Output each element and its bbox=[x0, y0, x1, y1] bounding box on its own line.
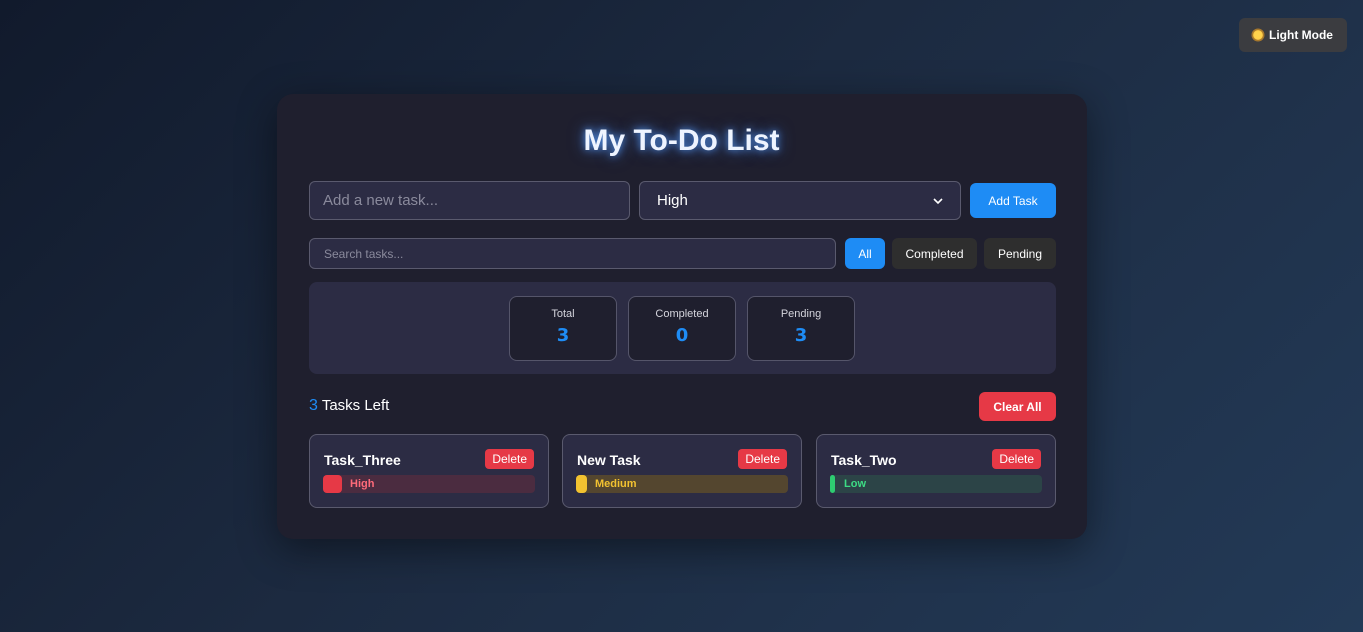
task-name: New Task bbox=[577, 452, 641, 468]
search-input[interactable] bbox=[309, 238, 836, 269]
filter-completed-button[interactable]: Completed bbox=[892, 238, 977, 269]
priority-label: Medium bbox=[595, 478, 637, 490]
stat-value: 3 bbox=[794, 325, 808, 346]
task-card: New Task Delete Medium bbox=[562, 434, 802, 508]
new-task-input[interactable] bbox=[309, 181, 630, 220]
priority-label: Low bbox=[844, 478, 866, 490]
theme-toggle-label: Light Mode bbox=[1269, 28, 1333, 42]
tasks-left-count: 3 bbox=[309, 397, 318, 414]
priority-badge-high: High bbox=[323, 475, 535, 493]
priority-stripe bbox=[830, 475, 835, 493]
priority-label: High bbox=[350, 478, 375, 490]
priority-select[interactable]: High bbox=[639, 181, 961, 220]
delete-task-button[interactable]: Delete bbox=[485, 449, 534, 469]
add-task-button[interactable]: Add Task bbox=[970, 183, 1056, 218]
stat-label: Total bbox=[551, 308, 575, 320]
priority-stripe bbox=[323, 475, 342, 493]
task-card: Task_Two Delete Low bbox=[816, 434, 1056, 508]
priority-stripe bbox=[576, 475, 587, 493]
stat-value: 0 bbox=[675, 325, 689, 346]
delete-task-button[interactable]: Delete bbox=[992, 449, 1041, 469]
stat-value: 3 bbox=[556, 325, 570, 346]
priority-badge-medium: Medium bbox=[576, 475, 788, 493]
tasks-left-label: Tasks Left bbox=[321, 397, 390, 414]
stat-card-pending: Pending 3 bbox=[747, 296, 855, 361]
chevron-down-icon bbox=[933, 197, 943, 204]
stat-card-total: Total 3 bbox=[509, 296, 617, 361]
task-name: Task_Three bbox=[324, 452, 401, 468]
stat-card-completed: Completed 0 bbox=[628, 296, 736, 361]
stat-label: Pending bbox=[780, 308, 822, 320]
filter-pending-button[interactable]: Pending bbox=[984, 238, 1056, 269]
stat-label: Completed bbox=[655, 308, 709, 320]
clear-all-button[interactable]: Clear All bbox=[979, 392, 1056, 421]
sun-icon bbox=[1253, 30, 1263, 40]
delete-task-button[interactable]: Delete bbox=[738, 449, 787, 469]
priority-badge-low: Low bbox=[830, 475, 1042, 493]
task-name: Task_Two bbox=[831, 452, 897, 468]
priority-select-value: High bbox=[657, 192, 688, 209]
tasks-left-summary: 3 Tasks Left bbox=[309, 397, 389, 415]
task-card: Task_Three Delete High bbox=[309, 434, 549, 508]
page-title: My To-Do List bbox=[583, 124, 780, 157]
theme-toggle-button[interactable]: Light Mode bbox=[1239, 18, 1347, 52]
filter-all-button[interactable]: All bbox=[845, 238, 885, 269]
